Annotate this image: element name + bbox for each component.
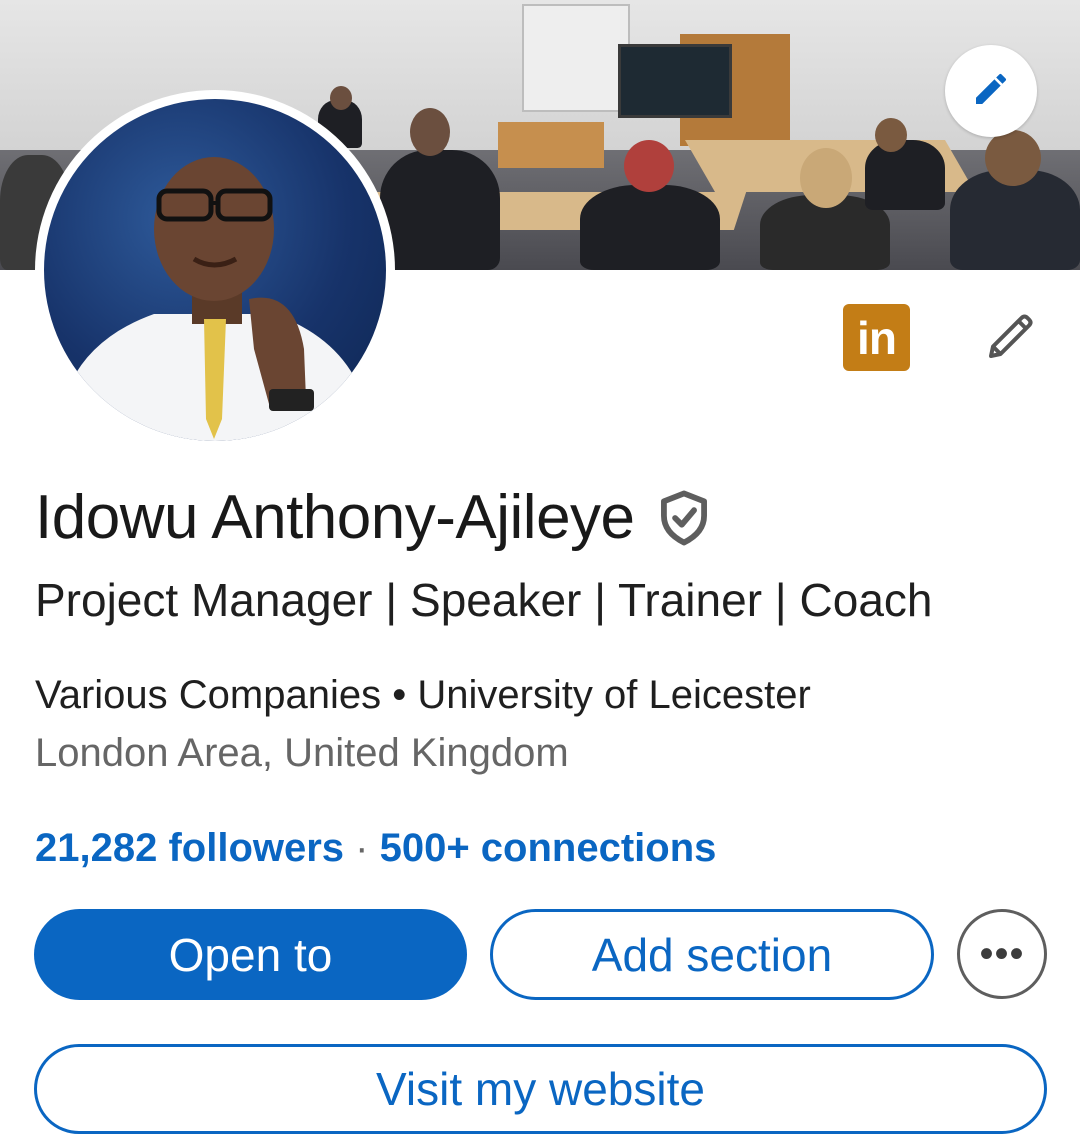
- profile-company-education[interactable]: Various Companies • University of Leices…: [35, 673, 811, 718]
- cover-person-head: [624, 140, 674, 192]
- profile-stats: 21,282 followers · 500+ connections: [35, 826, 716, 871]
- cover-desk: [498, 122, 604, 168]
- edit-profile-button[interactable]: [978, 305, 1044, 371]
- profile-location: London Area, United Kingdom: [35, 731, 569, 775]
- cover-person: [865, 140, 945, 210]
- cover-person: [580, 185, 720, 270]
- visit-website-label: Visit my website: [376, 1063, 705, 1115]
- verified-shield-icon[interactable]: [657, 489, 711, 547]
- profile-name: Idowu Anthony-Ajileye: [35, 483, 635, 552]
- cover-person-head: [985, 130, 1041, 186]
- pencil-outline-icon: [981, 306, 1041, 371]
- ellipsis-icon: •••: [979, 931, 1025, 976]
- linkedin-logo-icon: in: [857, 311, 897, 364]
- profile-photo-frame[interactable]: [35, 90, 395, 450]
- edit-cover-button[interactable]: [945, 45, 1037, 137]
- open-to-label: Open to: [168, 928, 333, 981]
- profile-headline: Project Manager | Speaker | Trainer | Co…: [35, 574, 933, 626]
- pencil-icon: [971, 69, 1011, 114]
- connections-link[interactable]: 500+ connections: [380, 826, 717, 870]
- cover-screen: [618, 44, 732, 118]
- visit-website-button[interactable]: Visit my website: [34, 1044, 1047, 1134]
- followers-link[interactable]: 21,282 followers: [35, 826, 344, 870]
- linkedin-premium-badge[interactable]: in: [843, 304, 910, 371]
- name-row: Idowu Anthony-Ajileye: [35, 482, 711, 553]
- cover-person-head: [410, 108, 450, 156]
- cover-whiteboard: [522, 4, 630, 112]
- avatar: [44, 99, 386, 441]
- add-section-label: Add section: [591, 928, 833, 981]
- cover-person-head: [330, 86, 352, 110]
- more-options-button[interactable]: •••: [957, 909, 1047, 999]
- cover-person-head: [875, 118, 907, 152]
- cover-person-head: [800, 148, 852, 208]
- cover-person: [380, 150, 500, 270]
- stats-separator: ·: [344, 826, 380, 870]
- open-to-button[interactable]: Open to: [34, 909, 467, 1000]
- add-section-button[interactable]: Add section: [490, 909, 934, 1000]
